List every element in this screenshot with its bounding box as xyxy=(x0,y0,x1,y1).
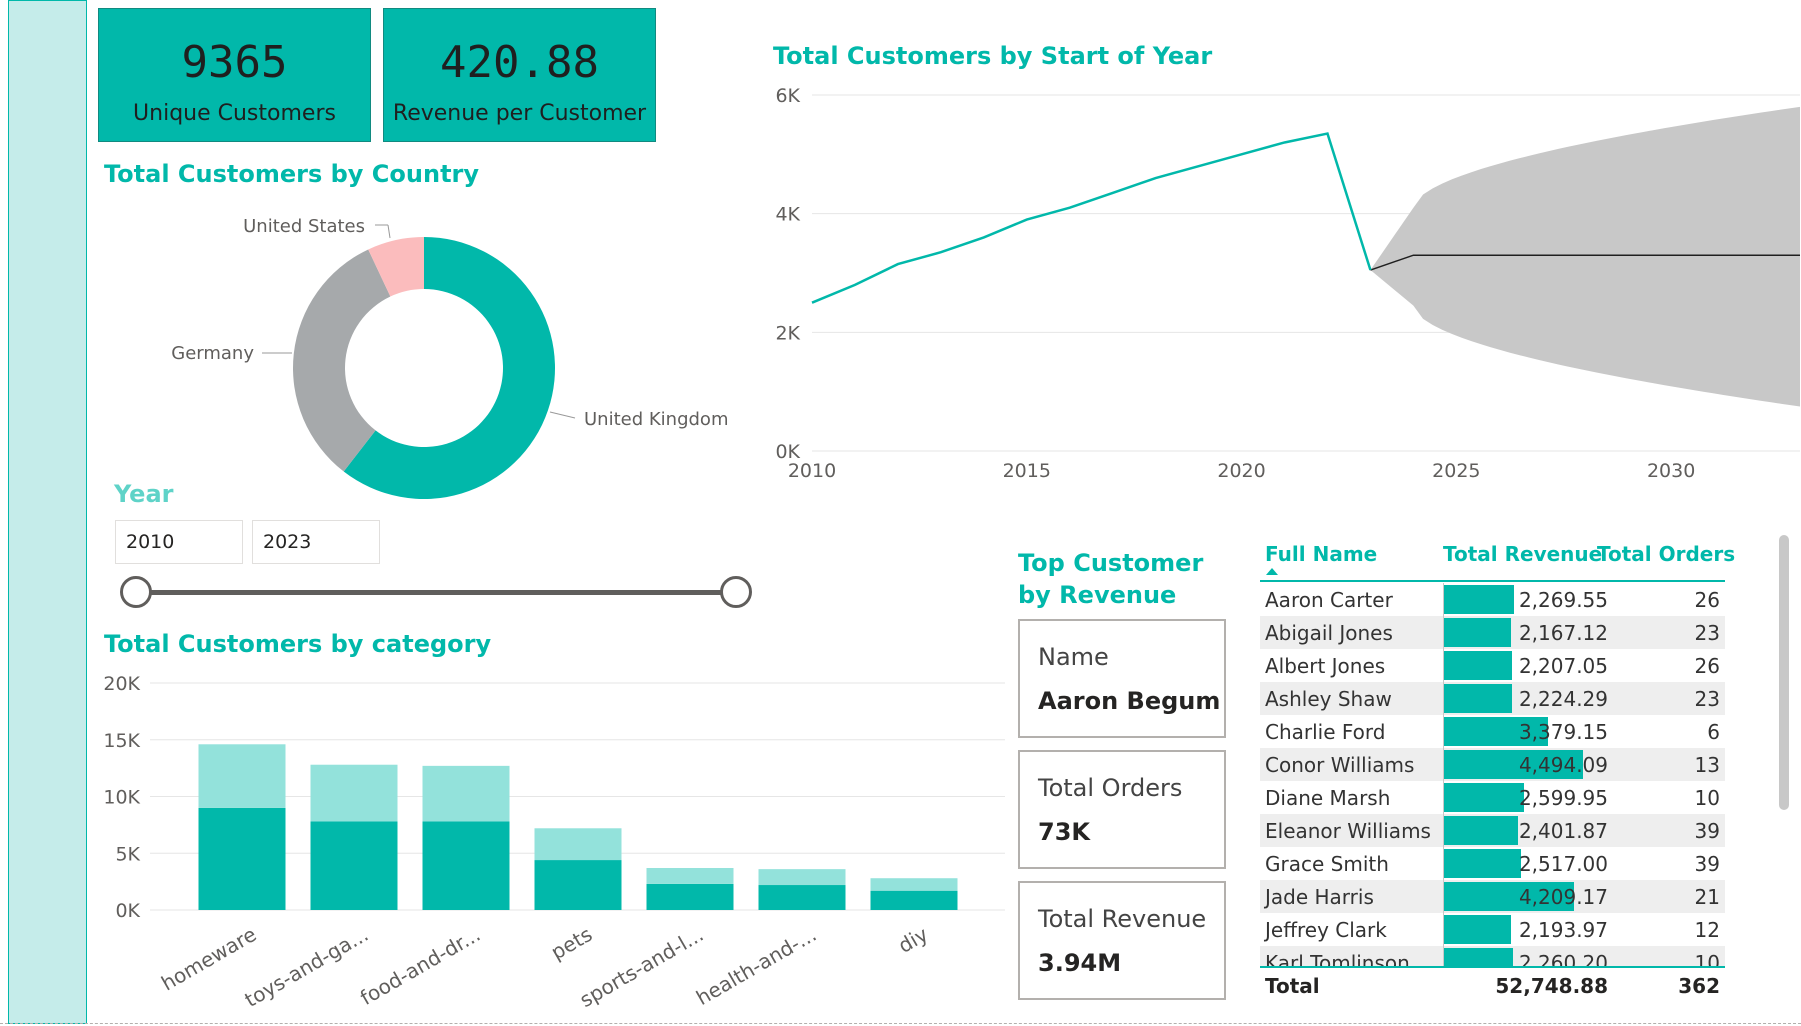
table-row[interactable]: Conor Williams 4,494.09 13 xyxy=(1260,748,1725,781)
cell-revenue: 4,209.17 xyxy=(1518,885,1608,909)
table-row[interactable]: Albert Jones 2,207.05 26 xyxy=(1260,649,1725,682)
cell-orders: 21 xyxy=(1694,885,1720,909)
cell-revenue: 2,167.12 xyxy=(1518,621,1608,645)
cell-name: Aaron Carter xyxy=(1265,588,1393,612)
cell-name: Albert Jones xyxy=(1265,654,1386,678)
cell-name: Jeffrey Clark xyxy=(1265,918,1387,942)
table-row[interactable]: Ashley Shaw 2,224.29 23 xyxy=(1260,682,1725,715)
cell-orders: 26 xyxy=(1694,654,1720,678)
table-total-row: Total 52,748.88 362 xyxy=(1260,970,1725,1002)
total-revenue: 52,748.88 xyxy=(1495,974,1608,998)
total-label: Total xyxy=(1265,974,1320,998)
table-row[interactable]: Eleanor Williams 2,401.87 39 xyxy=(1260,814,1725,847)
cell-revenue: 2,599.95 xyxy=(1518,786,1608,810)
page-bottom-border xyxy=(0,1023,1801,1024)
cell-revenue: 2,224.29 xyxy=(1518,687,1608,711)
cell-orders: 39 xyxy=(1694,819,1720,843)
table-row[interactable]: Diane Marsh 2,599.95 10 xyxy=(1260,781,1725,814)
cell-orders: 39 xyxy=(1694,852,1720,876)
cell-revenue: 2,401.87 xyxy=(1518,819,1608,843)
cell-name: Diane Marsh xyxy=(1265,786,1391,810)
cell-orders: 10 xyxy=(1694,951,1720,966)
table-row[interactable]: Jade Harris 4,209.17 21 xyxy=(1260,880,1725,913)
cell-name: Karl Tomlinson xyxy=(1265,951,1410,966)
cell-name: Charlie Ford xyxy=(1265,720,1386,744)
cell-revenue: 2,269.55 xyxy=(1518,588,1608,612)
cell-name: Ashley Shaw xyxy=(1265,687,1392,711)
cell-name: Jade Harris xyxy=(1265,885,1374,909)
cell-revenue: 2,193.97 xyxy=(1518,918,1608,942)
table-row[interactable]: Aaron Carter 2,269.55 26 xyxy=(1260,583,1725,616)
table-row[interactable]: Abigail Jones 2,167.12 23 xyxy=(1260,616,1725,649)
table-row[interactable]: Karl Tomlinson 2,260.20 10 xyxy=(1260,946,1725,966)
cell-name: Abigail Jones xyxy=(1265,621,1393,645)
cell-orders: 6 xyxy=(1707,720,1720,744)
cell-orders: 23 xyxy=(1694,687,1720,711)
cell-revenue: 2,207.05 xyxy=(1518,654,1608,678)
table-total-divider xyxy=(1260,966,1725,968)
table-row[interactable]: Jeffrey Clark 2,193.97 12 xyxy=(1260,913,1725,946)
cell-name: Grace Smith xyxy=(1265,852,1389,876)
table-row[interactable]: Charlie Ford 3,379.15 6 xyxy=(1260,715,1725,748)
cell-orders: 13 xyxy=(1694,753,1720,777)
cell-orders: 10 xyxy=(1694,786,1720,810)
cell-name: Eleanor Williams xyxy=(1265,819,1431,843)
cell-orders: 12 xyxy=(1694,918,1720,942)
table-column-divider xyxy=(1443,583,1444,966)
table-scrollbar[interactable] xyxy=(1779,535,1789,810)
cell-revenue: 2,260.20 xyxy=(1518,951,1608,966)
cell-revenue: 4,494.09 xyxy=(1518,753,1608,777)
total-orders: 362 xyxy=(1678,974,1720,998)
cell-revenue: 3,379.15 xyxy=(1518,720,1608,744)
table-row[interactable]: Grace Smith 2,517.00 39 xyxy=(1260,847,1725,880)
cell-orders: 26 xyxy=(1694,588,1720,612)
cell-orders: 23 xyxy=(1694,621,1720,645)
table-body: Aaron Carter 2,269.55 26 Abigail Jones 2,16… xyxy=(0,0,1801,966)
cell-name: Conor Williams xyxy=(1265,753,1415,777)
cell-revenue: 2,517.00 xyxy=(1518,852,1608,876)
